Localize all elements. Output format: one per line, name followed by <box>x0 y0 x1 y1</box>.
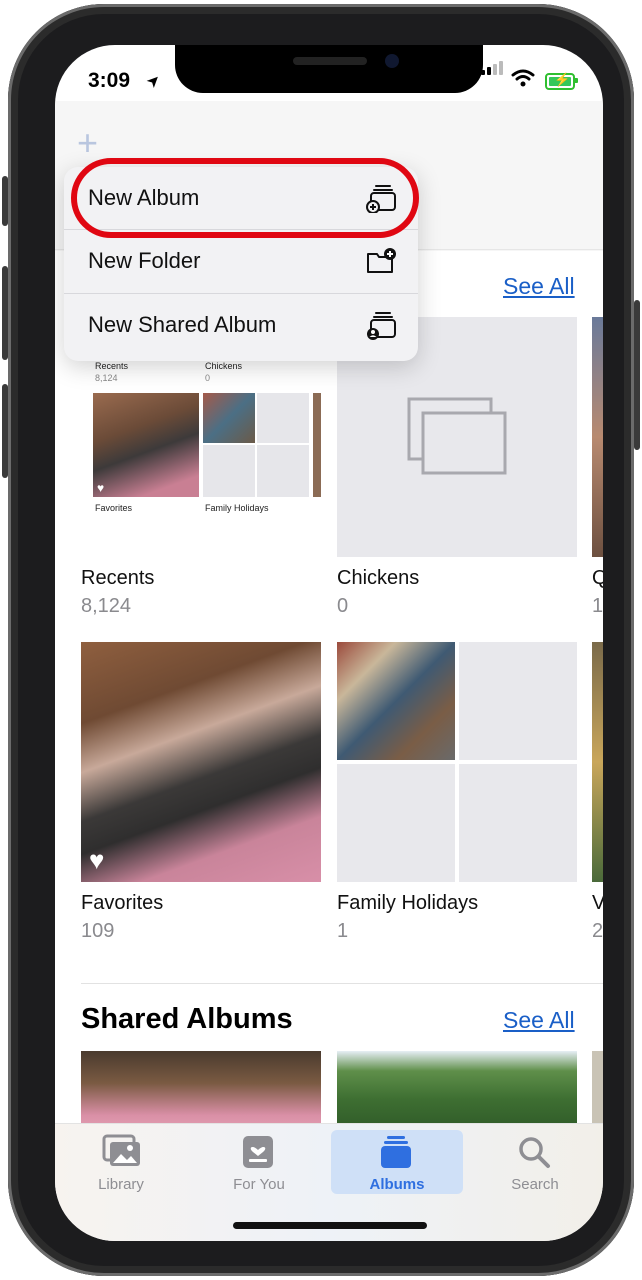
shared-albums-see-all-link[interactable]: See All <box>503 1007 575 1034</box>
section-divider <box>81 983 603 984</box>
tab-bar: Library For You Albums Search <box>55 1123 603 1241</box>
partial-album-thumbnail[interactable] <box>592 317 603 557</box>
tab-albums[interactable]: Albums <box>331 1130 463 1194</box>
tab-label: For You <box>233 1176 285 1193</box>
volume-up-button <box>2 266 8 360</box>
tab-label: Library <box>98 1176 144 1193</box>
status-time: 3:09 <box>88 69 131 92</box>
wifi-icon <box>511 69 535 87</box>
volume-down-button <box>2 384 8 478</box>
phone-frame: 3:09 ➤ ⚡ + See All Recents 8,124 Chicken… <box>2 4 640 1276</box>
tab-label: Search <box>511 1176 559 1193</box>
album-title: Recents <box>81 567 155 589</box>
mini-label-family: Family Holidays <box>205 503 269 513</box>
menu-item-label: New Folder <box>88 248 201 273</box>
album-count: 2 <box>592 920 603 942</box>
tab-search[interactable]: Search <box>469 1130 601 1194</box>
tab-library[interactable]: Library <box>55 1130 187 1194</box>
mini-count-recents: 8,124 <box>95 373 118 383</box>
shared-album-thumbnail[interactable] <box>81 1051 321 1131</box>
add-album-plus-icon[interactable]: + <box>77 125 98 161</box>
menu-item-label: New Shared Album <box>88 312 277 337</box>
family-photo <box>337 642 455 760</box>
shared-albums-title: Shared Albums <box>81 1003 293 1035</box>
home-indicator <box>233 1222 427 1229</box>
search-icon <box>519 1137 550 1168</box>
tab-label: Albums <box>369 1176 425 1193</box>
album-title: V <box>592 892 603 914</box>
silent-switch <box>2 176 8 226</box>
mini-label-chickens: Chickens <box>205 361 243 371</box>
photo-library-icon <box>102 1134 140 1166</box>
album-title: Q <box>592 567 603 589</box>
new-folder-menu-item[interactable]: New Folder <box>64 230 418 292</box>
partial-album-thumbnail[interactable] <box>592 642 603 882</box>
stacked-album-person-icon <box>367 312 396 340</box>
for-you-icon <box>243 1136 273 1168</box>
new-shared-album-menu-item[interactable]: New Shared Album <box>64 294 418 356</box>
heart-icon: ♥ <box>97 481 105 495</box>
album-count: 1 <box>592 595 603 617</box>
battery-icon: ⚡ <box>545 72 578 90</box>
album-count: 8,124 <box>81 595 132 617</box>
album-title: Chickens <box>337 567 420 589</box>
shared-album-thumbnail[interactable] <box>337 1051 577 1131</box>
location-arrow-icon: ➤ <box>143 70 165 93</box>
partial-album-thumbnail[interactable] <box>592 1051 603 1131</box>
mini-label-recents: Recents <box>95 361 129 371</box>
album-count: 0 <box>337 595 349 617</box>
mini-label-favorites: Favorites <box>95 503 133 513</box>
empty-album-icon <box>407 397 507 475</box>
album-count: 1 <box>337 920 349 942</box>
favorites-album-thumbnail[interactable]: ♥ <box>81 642 321 882</box>
new-album-highlight-circle <box>71 158 419 238</box>
album-title: Favorites <box>81 892 164 914</box>
albums-stack-icon <box>381 1136 411 1168</box>
mini-count-chickens: 0 <box>205 373 211 383</box>
album-count: 109 <box>81 920 115 942</box>
family-holidays-album-thumbnail[interactable] <box>337 642 577 882</box>
album-title: Family Holidays <box>337 892 479 914</box>
side-button <box>634 300 640 450</box>
screen: 3:09 ➤ ⚡ + See All Recents 8,124 Chicken… <box>55 45 603 1241</box>
notch <box>175 45 483 93</box>
mini-photo-family <box>203 393 255 443</box>
tab-for-you[interactable]: For You <box>193 1130 325 1194</box>
mini-photo-favorites: ♥ <box>93 393 199 497</box>
my-albums-see-all-link[interactable]: See All <box>503 273 575 300</box>
heart-icon: ♥ <box>89 845 105 875</box>
folder-plus-icon <box>367 248 396 273</box>
